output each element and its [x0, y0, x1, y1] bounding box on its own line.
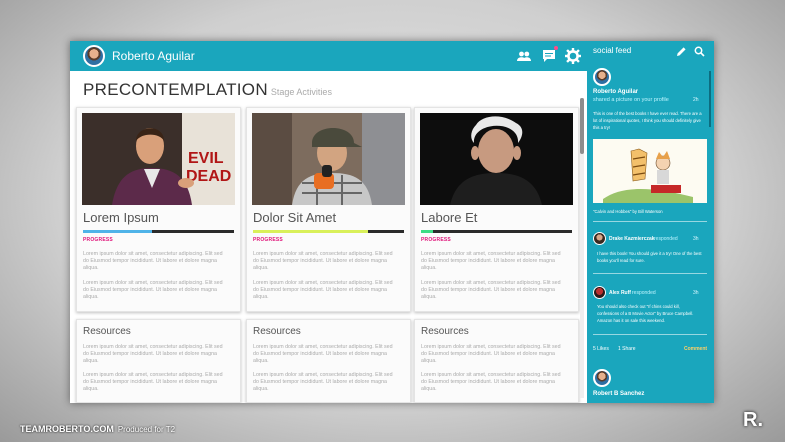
pencil-icon[interactable] [676, 46, 687, 57]
comment-link[interactable]: Comment [684, 346, 707, 352]
comment-text: I have this book! You should give it a t… [597, 251, 702, 263]
resources-title: Resources [83, 326, 131, 337]
card-text: Lorem ipsum dolor sit amet, consectetur … [421, 251, 561, 272]
comment-avatar[interactable] [593, 232, 606, 245]
card-text: Lorem ipsum dolor sit amet, consectetur … [421, 280, 561, 301]
post-time: 2h [693, 97, 699, 103]
resources-text: Lorem ipsum dolor sit amet, consectetur … [421, 372, 561, 393]
post-author[interactable]: Roberto Aguilar [593, 89, 638, 95]
comment-author[interactable]: Drake Kazmierczak [609, 236, 655, 242]
footer-brand: TEAMROBERTO.COM Produced for T2 [20, 424, 175, 434]
brand-text: TEAMROBERTO.COM [20, 424, 114, 434]
app-window: Roberto Aguilar PRECONTEMPLATION Stage Ac… [70, 41, 714, 403]
main-content: PRECONTEMPLATION Stage Activities EVIL DE… [70, 71, 587, 403]
gear-icon[interactable] [565, 48, 581, 64]
resources-card[interactable]: Resources Lorem ipsum dolor sit amet, co… [76, 319, 241, 403]
resources-text: Lorem ipsum dolor sit amet, consectetur … [421, 344, 561, 365]
resources-title: Resources [421, 326, 469, 337]
picture-caption: "Calvin and Hobbes" by Bill Waterson [593, 209, 663, 214]
progress-label: PROGRESS [253, 237, 283, 243]
corner-logo: R. [743, 409, 763, 431]
resources-text: Lorem ipsum dolor sit amet, consectetur … [253, 344, 393, 365]
activity-card[interactable]: Dolor Sit Amet PROGRESS Lorem ipsum dolo… [246, 107, 411, 312]
search-icon[interactable] [694, 46, 705, 57]
share-link[interactable]: 1 Share [618, 346, 636, 352]
comment-time: 3h [693, 236, 699, 242]
chat-icon[interactable] [541, 48, 557, 64]
progress-bar-fill [253, 230, 368, 233]
shared-picture[interactable] [593, 139, 707, 203]
svg-text:EVIL: EVIL [188, 150, 224, 167]
post-action: shared a picture on your profile [593, 97, 669, 103]
progress-label: PROGRESS [421, 237, 451, 243]
progress-bar [421, 230, 572, 233]
divider [593, 273, 707, 274]
post-avatar[interactable] [593, 68, 611, 86]
feed-scrollbar[interactable] [709, 71, 711, 127]
divider [593, 221, 707, 222]
notification-badge [554, 46, 558, 50]
comment-avatar[interactable] [593, 286, 606, 299]
card-title: Dolor Sit Amet [253, 210, 337, 225]
progress-bar [83, 230, 234, 233]
resources-text: Lorem ipsum dolor sit amet, consectetur … [83, 344, 223, 365]
card-title: Lorem Ipsum [83, 210, 159, 225]
resources-text: Lorem ipsum dolor sit amet, consectetur … [253, 372, 393, 393]
comment-time: 3h [693, 290, 699, 296]
feed-title: social feed [593, 46, 632, 55]
progress-label: PROGRESS [83, 237, 113, 243]
post-author[interactable]: Robert B Sanchez [593, 391, 644, 397]
comment-author[interactable]: Alex Ruff [609, 290, 631, 296]
comment-action: responded [654, 236, 678, 242]
post-text: This is one of the best books I have eve… [593, 111, 702, 130]
card-text: Lorem ipsum dolor sit amet, consectetur … [253, 251, 393, 272]
card-title: Labore Et [421, 210, 478, 225]
card-text: Lorem ipsum dolor sit amet, consectetur … [83, 251, 223, 272]
activity-card[interactable]: Labore Et PROGRESS Lorem ipsum dolor sit… [414, 107, 579, 312]
username[interactable]: Roberto Aguilar [112, 49, 195, 63]
resources-title: Resources [253, 326, 301, 337]
progress-bar [253, 230, 404, 233]
social-feed: social feed Roberto Aguilar shared a pic… [587, 41, 714, 403]
activity-photo: EVIL DEAD [82, 113, 235, 205]
page-title-text: PRECONTEMPLATION [83, 80, 268, 99]
divider [593, 334, 707, 335]
likes-link[interactable]: 5 Likes [593, 346, 609, 352]
progress-bar-fill [83, 230, 153, 233]
activity-photo [420, 113, 573, 205]
post-avatar[interactable] [593, 369, 611, 387]
progress-bar-fill [421, 230, 434, 233]
page-subtitle: Stage Activities [270, 87, 332, 97]
card-text: Lorem ipsum dolor sit amet, consectetur … [83, 280, 223, 301]
activity-card[interactable]: EVIL DEAD Lorem Ipsum PROGRESS Lorem ips… [76, 107, 241, 312]
produced-text: Produced for T2 [117, 425, 176, 434]
avatar[interactable] [83, 45, 105, 67]
resources-card[interactable]: Resources Lorem ipsum dolor sit amet, co… [246, 319, 411, 403]
page-title: PRECONTEMPLATION Stage Activities [83, 80, 332, 100]
resources-text: Lorem ipsum dolor sit amet, consectetur … [83, 372, 223, 393]
activity-photo [252, 113, 405, 205]
top-bar: Roberto Aguilar [70, 41, 587, 71]
users-icon[interactable] [516, 48, 532, 64]
comment-action: responded [632, 290, 656, 296]
comment-text: You should also check out "If chins coul… [597, 304, 694, 323]
scrollbar-thumb[interactable] [580, 98, 584, 154]
card-text: Lorem ipsum dolor sit amet, consectetur … [253, 280, 393, 301]
resources-card[interactable]: Resources Lorem ipsum dolor sit amet, co… [414, 319, 579, 403]
